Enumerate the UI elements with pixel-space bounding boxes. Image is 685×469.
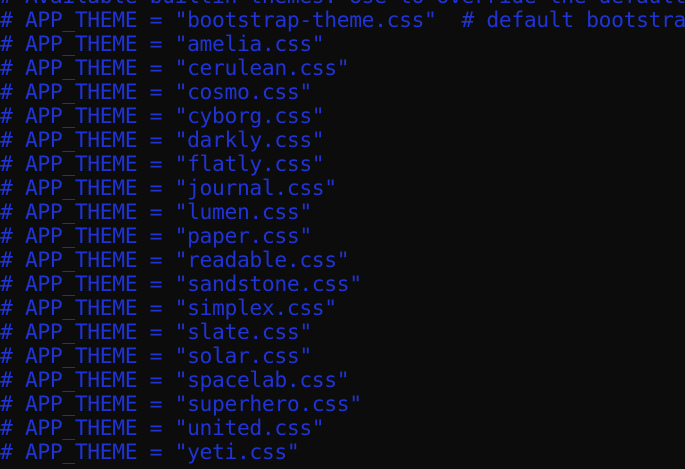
terminal-line: # APP_THEME = "amelia.css" [0,32,325,57]
terminal-window[interactable]: # Available builtin themes. Use to overr… [0,0,685,469]
terminal-line: # APP_THEME = "flatly.css" [0,152,325,177]
terminal-line: # APP_THEME = "cyborg.css" [0,104,325,129]
terminal-line: # APP_THEME = "lumen.css" [0,200,312,225]
terminal-line: # APP_THEME = "superhero.css" [0,392,362,417]
terminal-line: # APP_THEME = "united.css" [0,416,325,441]
terminal-text-area[interactable]: # Available builtin themes. Use to overr… [0,0,685,465]
terminal-line: # APP_THEME = "yeti.css" [0,440,300,465]
terminal-line: # APP_THEME = "darkly.css" [0,128,325,153]
terminal-line: # APP_THEME = "paper.css" [0,224,312,249]
terminal-line: # APP_THEME = "cerulean.css" [0,56,350,81]
terminal-line: # APP_THEME = "cosmo.css" [0,80,312,105]
terminal-line: # APP_THEME = "simplex.css" [0,296,337,321]
terminal-line: # APP_THEME = "sandstone.css" [0,272,362,297]
terminal-line: # APP_THEME = "solar.css" [0,344,312,369]
terminal-line: # APP_THEME = "slate.css" [0,320,312,345]
terminal-line: # APP_THEME = "readable.css" [0,248,350,273]
terminal-line: # APP_THEME = "bootstrap-theme.css" # de… [0,8,685,33]
terminal-line: # APP_THEME = "journal.css" [0,176,337,201]
terminal-line: # APP_THEME = "spacelab.css" [0,368,350,393]
